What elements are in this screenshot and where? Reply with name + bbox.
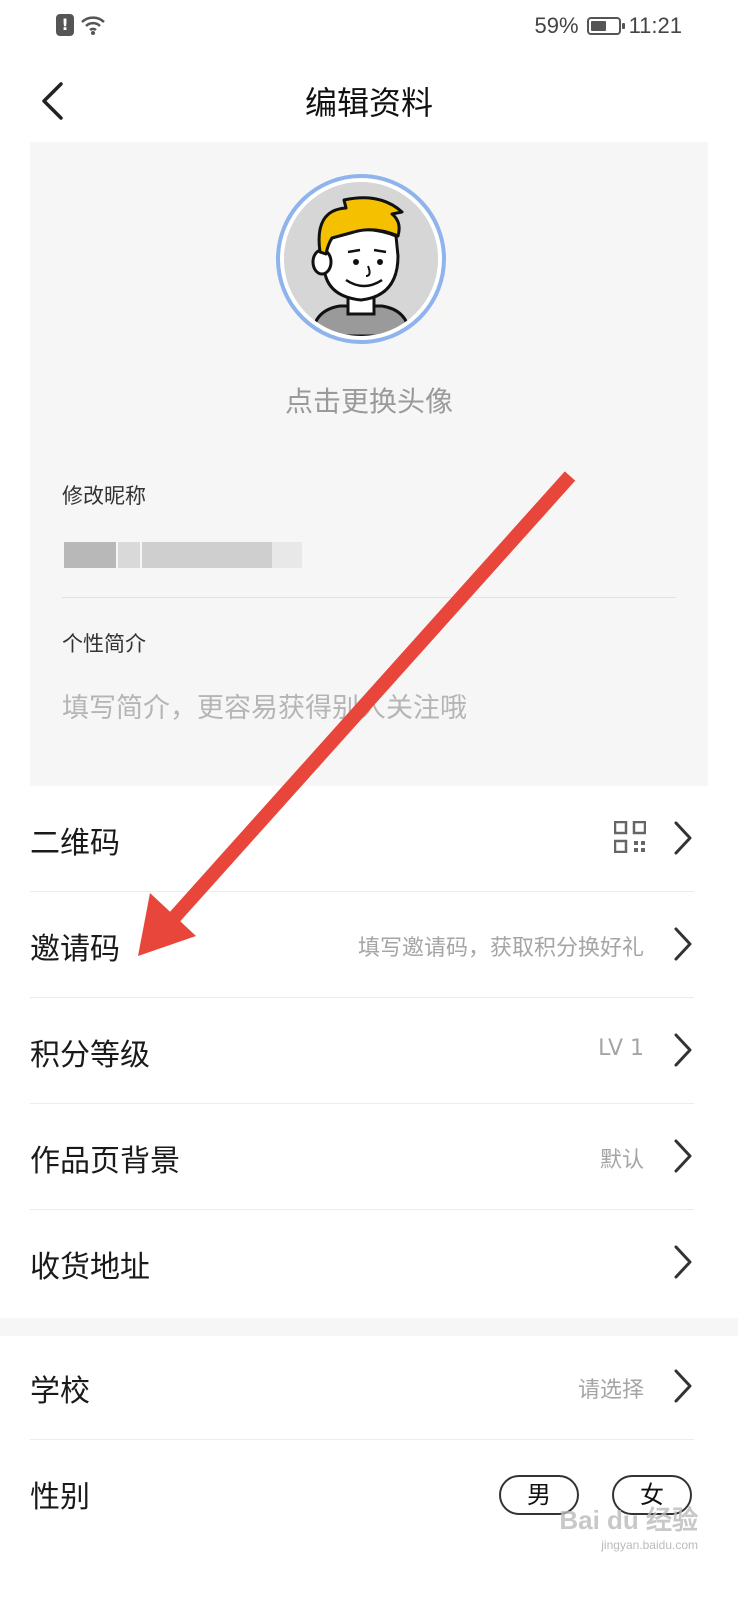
menu-row-points-level[interactable]: 积分等级 LV 1 [30,998,694,1104]
menu-row-label: 性别 [30,1480,90,1515]
chevron-right-icon [674,1139,692,1173]
menu-row-value: 填写邀请码，获取积分换好礼 [357,936,644,961]
avatar-cartoon-icon [284,182,438,336]
chevron-right-icon [674,1245,692,1279]
watermark-url: jingyan.baidu.com [601,1538,698,1552]
menu-row-label: 邀请码 [30,932,120,967]
chevron-right-icon [674,821,692,855]
page-title: 编辑资料 [304,84,433,122]
menu-row-school[interactable]: 学校 请选择 [30,1334,694,1440]
status-bar: ! 59% 11:21 [0,0,738,56]
change-avatar-text[interactable]: 点击更换头像 [30,380,708,420]
menu-row-label: 积分等级 [30,1038,150,1073]
watermark-logo: Bai du 经验 [559,1505,698,1535]
nickname-blur [142,542,272,568]
menu-row-works-background[interactable]: 作品页背景 默认 [30,1104,694,1210]
avatar [284,182,438,336]
menu-row-value: 请选择 [577,1378,644,1403]
battery-percent: 59% [534,13,579,38]
status-right: 59% 11:21 [535,13,682,39]
bio-label: 个性简介 [62,632,146,656]
battery-icon [586,17,625,35]
nickname-field[interactable] [58,534,318,578]
chevron-right-icon [674,1033,692,1067]
nickname-blur [118,542,140,568]
menu-row-value: 默认 [599,1148,644,1173]
menu-row-value: LV 1 [598,1036,644,1061]
menu-row-label: 二维码 [30,826,120,861]
menu-row-label: 收货地址 [30,1250,150,1285]
menu-row-label: 作品页背景 [30,1144,180,1179]
nickname-blur [272,542,302,568]
chevron-right-icon [674,1369,692,1403]
status-left: ! [56,14,106,36]
avatar-button[interactable] [276,174,446,344]
menu-row-qrcode[interactable]: 二维码 [30,786,694,892]
menu-row-invite-code[interactable]: 邀请码 填写邀请码，获取积分换好礼 [30,892,694,998]
nickname-label: 修改昵称 [62,484,146,508]
wifi-icon [81,16,105,35]
clock: 11:21 [628,13,682,38]
battery-fill [590,21,606,31]
alert-icon: ! [56,14,74,36]
profile-card: 点击更换头像 修改昵称 个性简介 填写简介，更容易获得别人关注哦 [30,142,708,786]
field-divider [62,597,676,598]
menu-row-shipping-address[interactable]: 收货地址 [30,1210,694,1316]
menu-row-label: 学校 [30,1374,90,1409]
bio-input[interactable]: 填写简介，更容易获得别人关注哦 [62,686,467,725]
nickname-blur [64,542,116,568]
nav-bar: 编辑资料 [0,56,738,146]
chevron-right-icon [674,927,692,961]
qrcode-icon [614,821,646,853]
